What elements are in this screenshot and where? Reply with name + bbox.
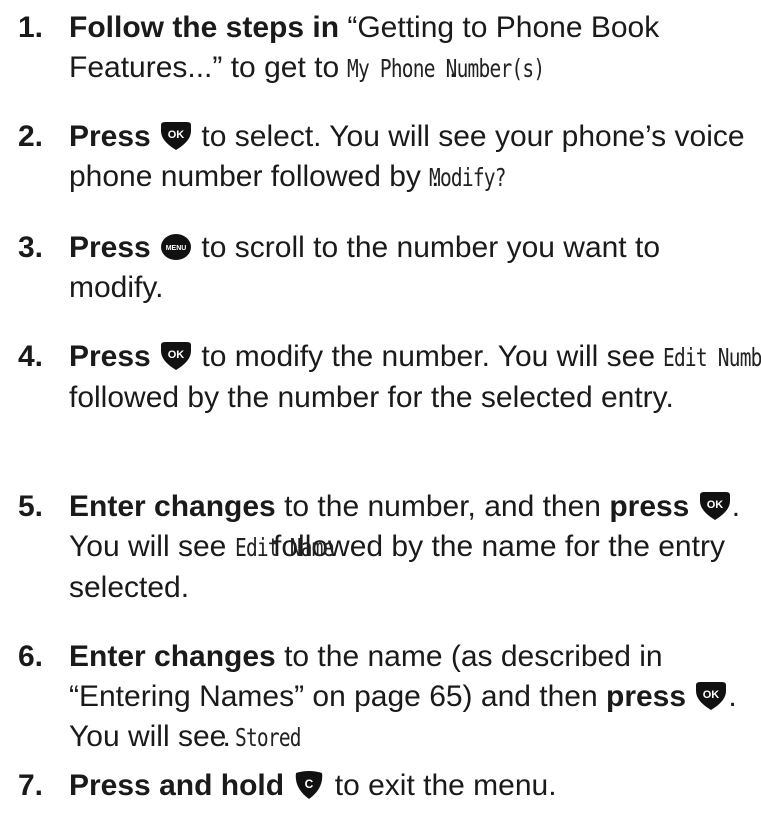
step-number: 2. xyxy=(18,120,44,153)
svg-text:C: C xyxy=(305,777,314,791)
step-text: Follow the steps in “Getting to Phone Bo… xyxy=(69,8,758,89)
clear-key-icon: C xyxy=(292,770,326,800)
step-action: Press xyxy=(69,340,151,373)
step-body-end: followed by the number for the selected … xyxy=(69,381,674,414)
step-action: Press xyxy=(69,231,151,264)
lcd-text: My Phone Number(s) xyxy=(347,54,545,83)
svg-text:OK: OK xyxy=(168,349,185,361)
step-body: to scroll to the number you want to modi… xyxy=(69,231,660,304)
ok-key-icon: OK xyxy=(159,341,193,371)
ok-key-icon: OK xyxy=(698,491,732,521)
step-text: Press OK to select. You will see your ph… xyxy=(69,117,758,198)
lcd-text: Modify? xyxy=(429,163,507,192)
step-number: 3. xyxy=(18,231,44,264)
step-text: Enter changes to the name (as described … xyxy=(69,637,758,758)
step-body: to modify the number. You will see xyxy=(193,340,664,373)
step-text: Enter changes to the number, and then pr… xyxy=(69,487,758,608)
step-number: 4. xyxy=(18,340,44,373)
lcd-text: Edit Name xyxy=(234,533,334,562)
step-body: to the number, and then xyxy=(275,490,610,523)
lcd-text: Edit Number xyxy=(663,343,761,372)
svg-text:OK: OK xyxy=(706,499,723,511)
step-action: Follow the steps in xyxy=(69,11,340,44)
svg-text:OK: OK xyxy=(703,689,720,701)
step-text: Press MENU to scroll to the number you w… xyxy=(69,228,758,308)
ok-key-icon: OK xyxy=(694,681,728,711)
step-action: Enter changes xyxy=(69,640,276,673)
lcd-text: Stored xyxy=(234,723,302,752)
svg-text:OK: OK xyxy=(168,129,185,141)
step-text: Press and hold C to exit the menu. xyxy=(69,766,758,806)
ok-key-icon: OK xyxy=(159,121,193,151)
step-number: 7. xyxy=(18,769,44,802)
step-action: Press xyxy=(69,120,151,153)
step-number: 1. xyxy=(18,11,44,44)
step-body: to exit the menu. xyxy=(326,769,557,802)
step-action-2: press xyxy=(606,680,687,713)
step-action-2: press xyxy=(609,490,690,523)
instruction-page: 1. Follow the steps in “Getting to Phone… xyxy=(0,0,761,814)
step-number: 6. xyxy=(18,640,44,673)
step-body-end: . xyxy=(222,720,231,753)
step-action: Enter changes xyxy=(69,490,276,523)
svg-text:MENU: MENU xyxy=(166,245,187,252)
step-action: Press and hold xyxy=(69,769,285,802)
menu-key-icon: MENU xyxy=(159,232,193,262)
step-number: 5. xyxy=(18,490,44,523)
step-text: Press OK to modify the number. You will … xyxy=(69,337,761,418)
